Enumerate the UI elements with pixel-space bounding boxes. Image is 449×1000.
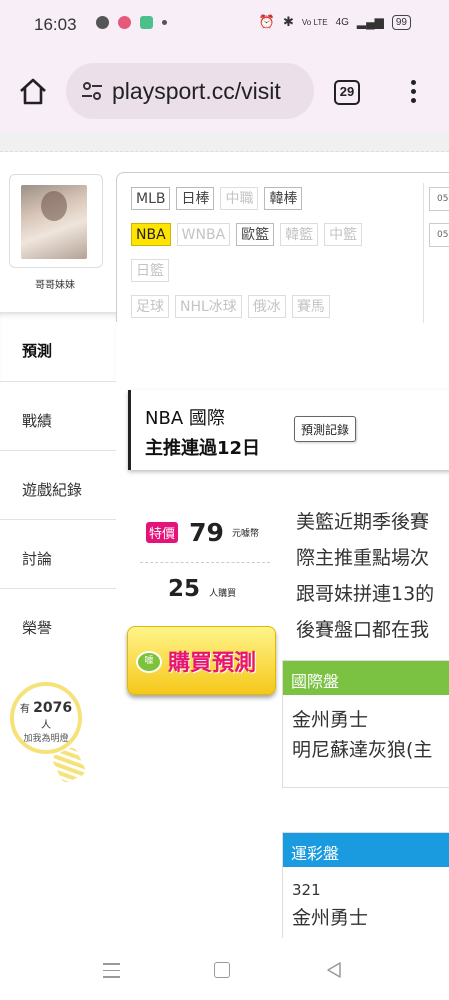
coin-icon: 噱 [136,651,162,673]
streak-title: 主推連過12日 [145,438,261,459]
sports-lottery-box: 運彩盤 321 金州勇士 [282,832,449,938]
page-top-border [0,132,449,152]
home-nav-icon[interactable] [214,962,230,978]
recent-apps-icon[interactable] [103,963,120,983]
sidebar-item-discussion[interactable]: 討論 [0,519,116,588]
volte-indicator: Vo LTE [301,17,328,27]
prediction-description: 美籃近期季後賽 際主推重點場次 跟哥妹拼連13的 後賽盤口都在我 [296,504,449,648]
price-area: 特價 79 元噱幣 [146,518,259,547]
browser-toolbar: playsport.cc/visit 29 [0,50,449,132]
battery-icon: 99 [391,14,411,30]
tag-horse-racing: 賽馬 [291,295,330,318]
price-value: 79 [189,518,224,547]
bulb-prefix: 有 [19,704,30,715]
tag-korean-basketball: 韓籃 [280,223,319,246]
site-settings-icon[interactable] [80,79,104,103]
status-bar: 16:03 ⏰ ✱ Vo LTE 4G ▂▄▆ 99 [0,0,449,50]
game-number: 321 [292,881,321,899]
sidebar-item-game-log[interactable]: 遊戲紀錄 [0,450,116,519]
tag-euro-basketball[interactable]: 歐籃 [236,223,275,246]
network-indicator: 4G [335,16,349,28]
tag-cpbl: 中職 [220,187,259,210]
bulb-subtext: 加我為明燈 [23,734,69,744]
team-name: 明尼蘇達灰狼(主 [292,739,433,761]
tag-kbo[interactable]: 韓棒 [264,187,303,210]
profile-name: 哥哥妹妹 [35,280,75,291]
description-line: 後賽盤口都在我 [296,619,430,641]
sidebar-item-predictions[interactable]: 預測 [0,312,116,381]
price-unit: 元噱幣 [232,529,260,539]
prediction-record-button[interactable]: 預測記錄 [294,416,357,442]
description-line: 際主推重點場次 [296,547,430,569]
status-time: 16:03 [34,15,77,34]
bluetooth-icon: ✱ [283,14,294,29]
special-price-badge: 特價 [146,522,179,543]
sports-lottery-header: 運彩盤 [283,833,449,867]
tag-wnba: WNBA [176,223,231,246]
tag-npb[interactable]: 日棒 [176,187,215,210]
description-line: 跟哥妹拼連13的 [296,583,435,605]
buyers-count: 25 人購買 [168,576,236,602]
tag-khl: 俄冰 [247,295,286,318]
filter-divider [423,183,424,323]
lightbulb-badge[interactable]: 有 2076 人 加我為明燈 [10,682,82,754]
sidebar-item-honors[interactable]: 榮譽 [0,588,116,657]
buy-prediction-button[interactable]: 噱 購買預測 [127,626,276,695]
team-name: 金州勇士 [292,709,369,731]
signal-icon: ▂▄▆ [356,15,384,29]
profile-card[interactable] [9,174,103,268]
buyers-number: 25 [168,576,201,602]
tag-chinese-basketball: 中籃 [324,223,363,246]
more-notifications-dot [162,20,167,25]
tab-switcher-button[interactable]: 29 [334,80,360,105]
home-icon[interactable] [18,76,48,106]
address-bar[interactable]: playsport.cc/visit [66,63,314,119]
price-divider [140,562,270,563]
bulb-suffix: 人 [41,720,51,731]
chat-bubble-icon [96,16,109,29]
system-nav-bar [0,938,449,1000]
back-icon[interactable] [324,960,344,980]
date-tab-1[interactable]: 05 [429,187,449,211]
app-notification-icon-2 [140,16,153,29]
date-tab-2[interactable]: 05 [429,223,449,247]
app-notification-icon [118,16,131,29]
description-line: 美籃近期季後賽 [296,511,430,533]
tag-mlb[interactable]: MLB [131,187,171,210]
sports-filter: MLB 日棒 中職 韓棒 NBA WNBA 歐籃 韓籃 中籃 日籃 足球 NHL… [116,172,449,323]
avatar[interactable] [21,185,87,259]
league-title: NBA 國際 [145,408,225,429]
page-content: 哥哥妹妹 預測 戰績 遊戲紀錄 討論 榮譽 有 2076 人 加我為明燈 MLB… [0,152,449,938]
tag-nba[interactable]: NBA [131,223,171,246]
sidebar-menu: 預測 戰績 遊戲紀錄 討論 榮譽 [0,312,116,657]
alarm-icon: ⏰ [258,14,275,29]
buyers-unit: 人購買 [209,589,237,599]
sidebar-item-record[interactable]: 戰績 [0,381,116,450]
buy-prediction-label: 購買預測 [168,651,257,676]
team-name: 金州勇士 [292,907,369,929]
prediction-card-header: NBA 國際 主推連過12日 預測記錄 [128,390,449,470]
overflow-menu-icon[interactable] [406,77,420,107]
url-text[interactable]: playsport.cc/visit [112,78,281,105]
international-line-header: 國際盤 [283,661,449,695]
tag-japan-basketball: 日籃 [131,259,169,282]
international-line-box: 國際盤 金州勇士 明尼蘇達灰狼(主 [282,660,449,788]
bulb-count: 2076 [33,700,73,716]
tag-soccer: 足球 [131,295,169,318]
tag-nhl: NHL冰球 [175,295,242,318]
